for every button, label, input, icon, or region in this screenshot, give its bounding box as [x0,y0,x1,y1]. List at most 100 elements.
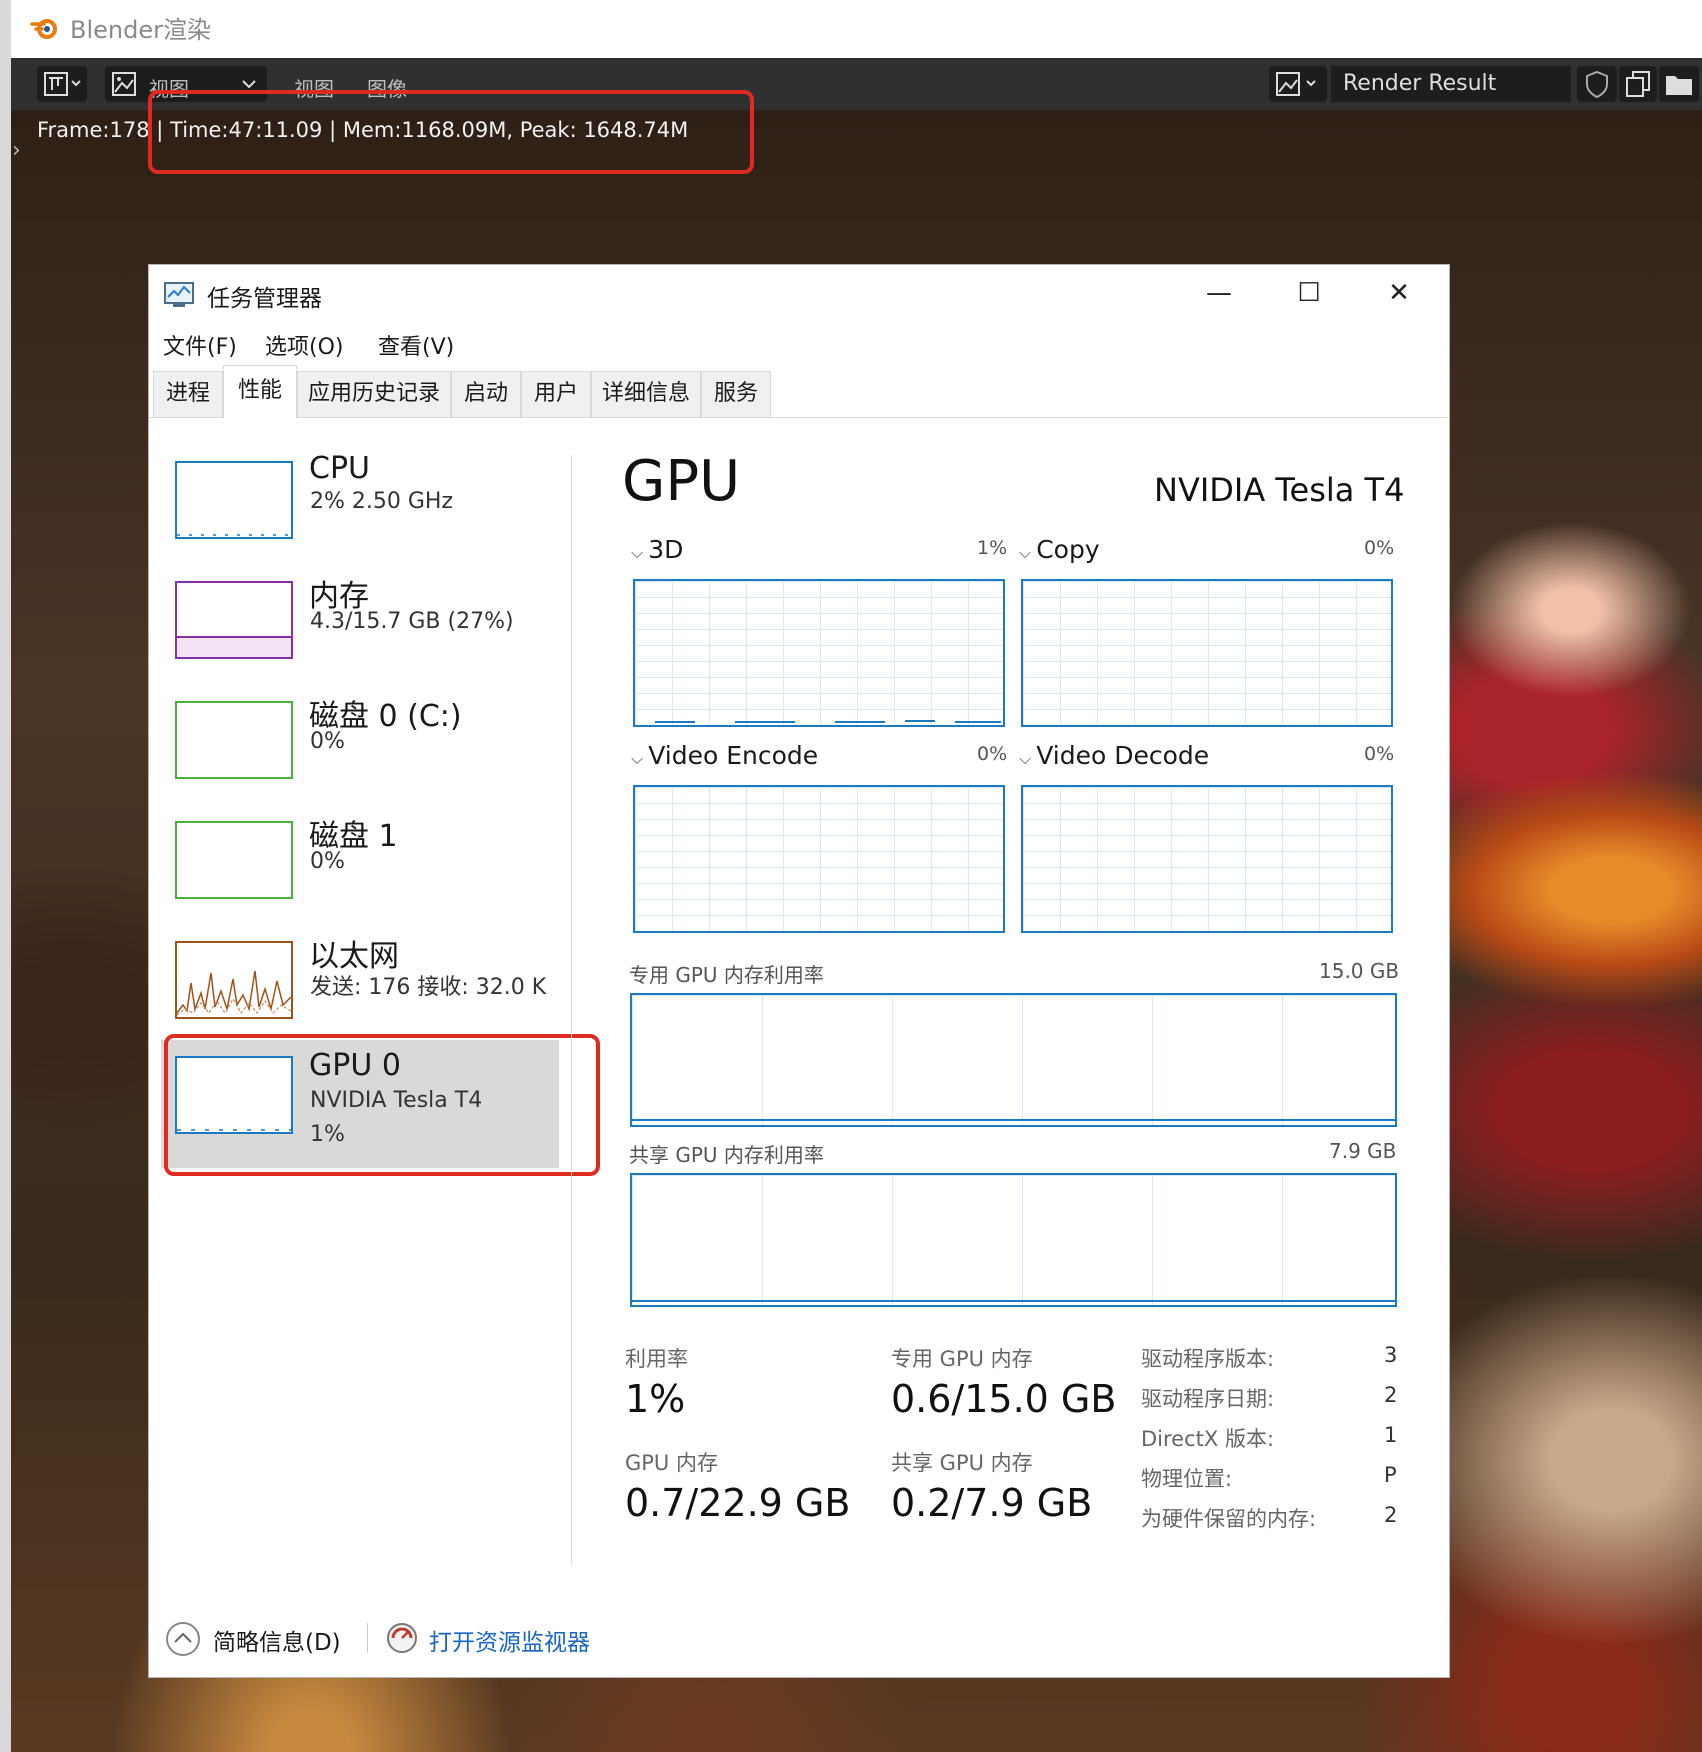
gpu-heading: GPU [622,449,741,514]
resource-monitor-icon [387,1623,417,1653]
task-manager-title-bar[interactable]: 任务管理器 — ☐ ✕ [149,265,1449,321]
perf-item-detail: 2% 2.50 GHz [310,489,454,514]
dedicated-gpu-mem-label: 专用 GPU 内存 [891,1347,1033,1371]
engine-3d-graph [633,579,1005,727]
browse-image-button[interactable] [1269,66,1327,102]
engine-3d-dropdown[interactable]: ⌵ 3D [631,535,683,564]
tab-performance[interactable]: 性能 [223,365,297,418]
memory-thumbnail-graph [175,581,293,659]
task-manager-icon [164,282,194,307]
perf-item-disk-0[interactable]: 磁盘 0 (C:) 0% [159,691,569,801]
directx-version-label: DirectX 版本: [1141,1427,1275,1451]
task-manager-window: 任务管理器 — ☐ ✕ 文件(F) 选项(O) 查看(V) 进程 性能 应用历史… [148,264,1450,1678]
dedicated-mem-graph [630,993,1397,1127]
task-manager-footer: 简略信息(D) 打开资源监视器 [149,1595,1449,1677]
perf-item-cpu[interactable]: CPU 2% 2.50 GHz [159,451,569,561]
engine-video-decode-percent: 0% [1364,743,1395,765]
fewer-details-button[interactable]: 简略信息(D) [213,1623,341,1657]
open-resource-monitor-link[interactable]: 打开资源监视器 [429,1623,590,1657]
duplicate-icon [1626,71,1650,97]
menu-view[interactable]: 查看(V) [378,329,454,361]
sidebar-expand-arrow[interactable]: › [12,138,21,163]
blender-window-title: Blender渲染 [70,16,211,44]
gpu-highlight-box [164,1034,600,1176]
physical-location-value: P [1384,1463,1397,1487]
shared-mem-max: 7.9 GB [1329,1139,1397,1163]
driver-date-value: 2 [1384,1383,1398,1407]
driver-version-label: 驱动程序版本: [1141,1347,1275,1371]
shield-icon [1586,70,1608,99]
sidebar-separator [571,455,572,1565]
tab-users[interactable]: 用户 [521,371,591,417]
stats-highlight-box [148,90,754,174]
physical-location-label: 物理位置: [1141,1467,1233,1491]
engine-video-encode-graph [633,785,1005,933]
menu-file[interactable]: 文件(F) [163,329,237,361]
engine-label: Video Encode [648,741,819,770]
dedicated-mem-max: 15.0 GB [1319,959,1400,983]
blender-title-bar: Blender渲染 [0,0,1702,1752]
engine-3d-percent: 1% [977,537,1008,559]
gpu-model-name: NVIDIA Tesla T4 [1154,471,1405,509]
render-result-field[interactable]: Render Result [1331,66,1571,102]
task-manager-title: 任务管理器 [207,286,322,312]
perf-item-memory[interactable]: 内存 4.3/15.7 GB (27%) [159,571,569,681]
tab-details[interactable]: 详细信息 [591,371,701,417]
new-image-button[interactable] [1619,66,1657,102]
task-manager-menu-bar: 文件(F) 选项(O) 查看(V) [149,321,1449,365]
utilization-value: 1% [625,1377,686,1421]
editor-type-icon [44,72,81,96]
driver-version-value: 3 [1384,1343,1398,1367]
reserved-memory-label: 为硬件保留的内存: [1141,1507,1317,1531]
chevron-up-circle-icon[interactable] [165,1621,201,1657]
shared-gpu-mem-label: 共享 GPU 内存 [891,1451,1033,1475]
minimize-button[interactable]: — [1174,265,1264,321]
tab-startup[interactable]: 启动 [451,371,521,417]
engine-video-encode-dropdown[interactable]: ⌵ Video Encode [631,741,818,770]
directx-version-value: 1 [1384,1423,1398,1447]
perf-item-detail: 0% [310,729,345,754]
footer-divider [367,1623,368,1653]
disk1-thumbnail-graph [175,821,293,899]
tab-processes[interactable]: 进程 [153,371,223,417]
engine-video-decode-dropdown[interactable]: ⌵ Video Decode [1019,741,1209,770]
maximize-button[interactable]: ☐ [1264,265,1354,321]
folder-icon [1666,76,1692,95]
close-button[interactable]: ✕ [1354,265,1444,321]
perf-item-name: CPU [309,451,370,486]
utilization-label: 利用率 [625,1347,688,1371]
chevron-down-icon [242,80,256,89]
blender-logo-icon [30,19,57,39]
gpu-mem-label: GPU 内存 [625,1451,718,1475]
dedicated-gpu-mem-value: 0.6/15.0 GB [891,1377,1117,1421]
shared-mem-graph [630,1173,1397,1307]
image-icon [112,72,136,96]
editor-type-button[interactable] [37,66,87,102]
shared-gpu-mem-value: 0.2/7.9 GB [891,1481,1093,1525]
engine-copy-percent: 0% [1364,537,1395,559]
browse-image-icon [1276,72,1316,96]
perf-item-detail: 发送: 176 接收: 32.0 K [310,975,547,1000]
shared-mem-label: 共享 GPU 内存利用率 [629,1143,824,1167]
chevron-down-icon: ⌵ [631,749,649,768]
chevron-down-icon: ⌵ [1019,749,1037,768]
open-image-button[interactable] [1659,66,1699,102]
fake-user-button[interactable] [1577,66,1617,102]
dedicated-mem-label: 专用 GPU 内存利用率 [629,963,824,987]
task-manager-tabs: 进程 性能 应用历史记录 启动 用户 详细信息 服务 [149,365,1449,418]
chevron-down-icon: ⌵ [1019,543,1037,562]
gpu-mem-value: 0.7/22.9 GB [625,1481,851,1525]
chevron-down-icon: ⌵ [631,543,649,562]
engine-copy-dropdown[interactable]: ⌵ Copy [1019,535,1100,564]
perf-item-detail: 0% [310,849,345,874]
perf-item-detail: 4.3/15.7 GB (27%) [310,609,514,634]
driver-date-label: 驱动程序日期: [1141,1387,1275,1411]
menu-options[interactable]: 选项(O) [265,329,343,361]
engine-video-encode-percent: 0% [977,743,1008,765]
engine-label: 3D [648,535,684,564]
perf-item-ethernet[interactable]: 以太网 发送: 176 接收: 32.0 K [159,931,569,1041]
tab-app-history[interactable]: 应用历史记录 [297,371,451,417]
perf-item-disk-1[interactable]: 磁盘 1 0% [159,811,569,921]
engine-video-decode-graph [1021,785,1393,933]
tab-services[interactable]: 服务 [701,371,771,417]
